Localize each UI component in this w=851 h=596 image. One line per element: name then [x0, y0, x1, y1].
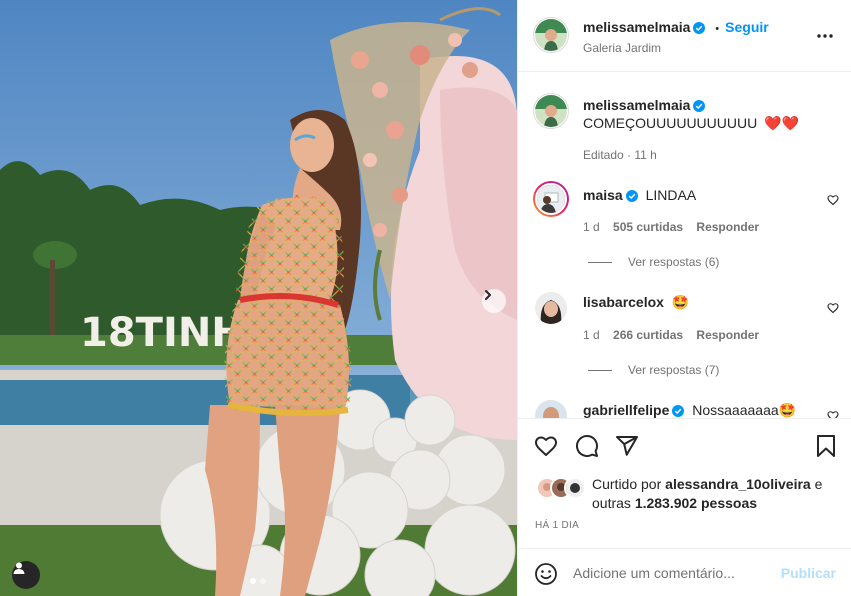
photo-scene: 18TINHO — [0, 0, 517, 596]
slide-dot — [260, 578, 266, 584]
liked-by-prefix: Curtido por — [592, 476, 662, 492]
comment-avatar[interactable] — [535, 183, 567, 215]
comment-username[interactable]: maisa — [583, 187, 623, 203]
verified-badge-icon — [693, 22, 706, 34]
comment-text: Nossaaaaaaa🤩 — [692, 402, 797, 418]
caption-meta: Editado · 11 h — [583, 148, 657, 162]
edited-label: Editado — [583, 148, 624, 162]
follow-button[interactable]: Seguir — [725, 19, 769, 35]
replies-divider — [588, 262, 612, 263]
comment-likes[interactable]: 505 curtidas — [613, 220, 683, 234]
publish-button[interactable]: Publicar — [781, 565, 836, 581]
avatar-image — [537, 185, 565, 213]
others-count[interactable]: 1.283.902 pessoas — [635, 495, 757, 511]
liked-by-summary: Curtido por alessandra_10oliveira e outr… — [592, 475, 842, 513]
view-replies-button[interactable]: Ver respostas (6) — [628, 255, 719, 269]
comment-username[interactable]: gabriellfelipe — [583, 402, 669, 418]
comment-username[interactable]: lisabarcelox — [583, 294, 664, 310]
like-comment-heart-icon[interactable] — [827, 194, 839, 206]
comment-input[interactable] — [573, 562, 773, 584]
slide-indicator — [250, 578, 266, 584]
avatar-image — [566, 479, 584, 497]
comment-time[interactable]: 1 d — [583, 328, 600, 342]
liked-by-user[interactable]: alessandra_10oliveira — [665, 476, 811, 492]
comments-list[interactable]: melissamelmaia COMEÇOUUUUUUUUUUU ❤️❤️ Ed… — [518, 73, 851, 418]
replies-divider — [588, 370, 612, 371]
comment-bubble-icon[interactable] — [575, 434, 599, 458]
liked-by-avatars[interactable] — [536, 477, 592, 499]
verified-badge-icon — [672, 405, 685, 417]
emoji-smiley-icon[interactable] — [534, 562, 558, 586]
tagged-users-button[interactable] — [12, 561, 40, 589]
reply-button[interactable]: Responder — [696, 220, 759, 234]
caption-username[interactable]: melissamelmaia — [583, 97, 690, 113]
share-send-icon[interactable] — [615, 434, 639, 458]
comment-avatar[interactable] — [535, 292, 567, 324]
verified-badge-icon — [625, 190, 638, 202]
location-link[interactable]: Galeria Jardim — [583, 41, 661, 55]
like-comment-heart-icon[interactable] — [827, 302, 839, 314]
post-details-panel: melissamelmaia • Seguir Galeria Jardim m… — [517, 0, 851, 596]
verified-badge-icon — [693, 100, 706, 112]
user-icon — [13, 562, 25, 574]
like-heart-icon[interactable] — [534, 434, 558, 458]
comment-text: LINDAA — [645, 187, 697, 203]
header-line: melissamelmaia • Seguir — [583, 19, 769, 35]
view-replies-button[interactable]: Ver respostas (7) — [628, 363, 719, 377]
caption-text: COMEÇOUUUUUUUUUUU — [583, 115, 758, 131]
post-actions: Curtido por alessandra_10oliveira e outr… — [518, 418, 851, 548]
like-comment-heart-icon[interactable] — [827, 410, 839, 418]
liked-by-and: e — [814, 476, 823, 492]
author-username[interactable]: melissamelmaia — [583, 19, 690, 35]
others-prefix: outras — [592, 495, 631, 511]
avatar-image — [535, 292, 567, 324]
comment-text: 🤩 — [671, 294, 690, 310]
caption-avatar[interactable] — [535, 95, 567, 127]
comment-avatar[interactable] — [535, 400, 567, 418]
post-header: melissamelmaia • Seguir Galeria Jardim — [518, 0, 851, 72]
caption-emoji: ❤️❤️ — [764, 115, 799, 131]
chevron-right-icon — [485, 290, 491, 300]
add-comment-bar: Publicar — [518, 548, 851, 596]
next-slide-button[interactable] — [482, 289, 506, 313]
post-modal: 18TINHO melissamelmaia • Seguir Galeria … — [0, 0, 851, 596]
avatar-image — [535, 400, 567, 418]
slide-dot-active — [250, 578, 256, 584]
reply-button[interactable]: Responder — [696, 328, 759, 342]
more-horizontal-icon[interactable] — [816, 33, 834, 39]
avatar-image — [535, 95, 567, 127]
save-bookmark-icon[interactable] — [815, 434, 837, 458]
post-date[interactable]: HÁ 1 DIA — [535, 520, 579, 531]
header-dot: • — [715, 23, 720, 35]
avatar-image — [535, 19, 567, 51]
comment-likes[interactable]: 266 curtidas — [613, 328, 683, 342]
comment-time[interactable]: 1 d — [583, 220, 600, 234]
caption-time[interactable]: 11 h — [634, 148, 656, 162]
post-photo[interactable]: 18TINHO — [0, 0, 517, 596]
liker-avatar — [564, 477, 586, 499]
author-avatar[interactable] — [535, 19, 567, 51]
